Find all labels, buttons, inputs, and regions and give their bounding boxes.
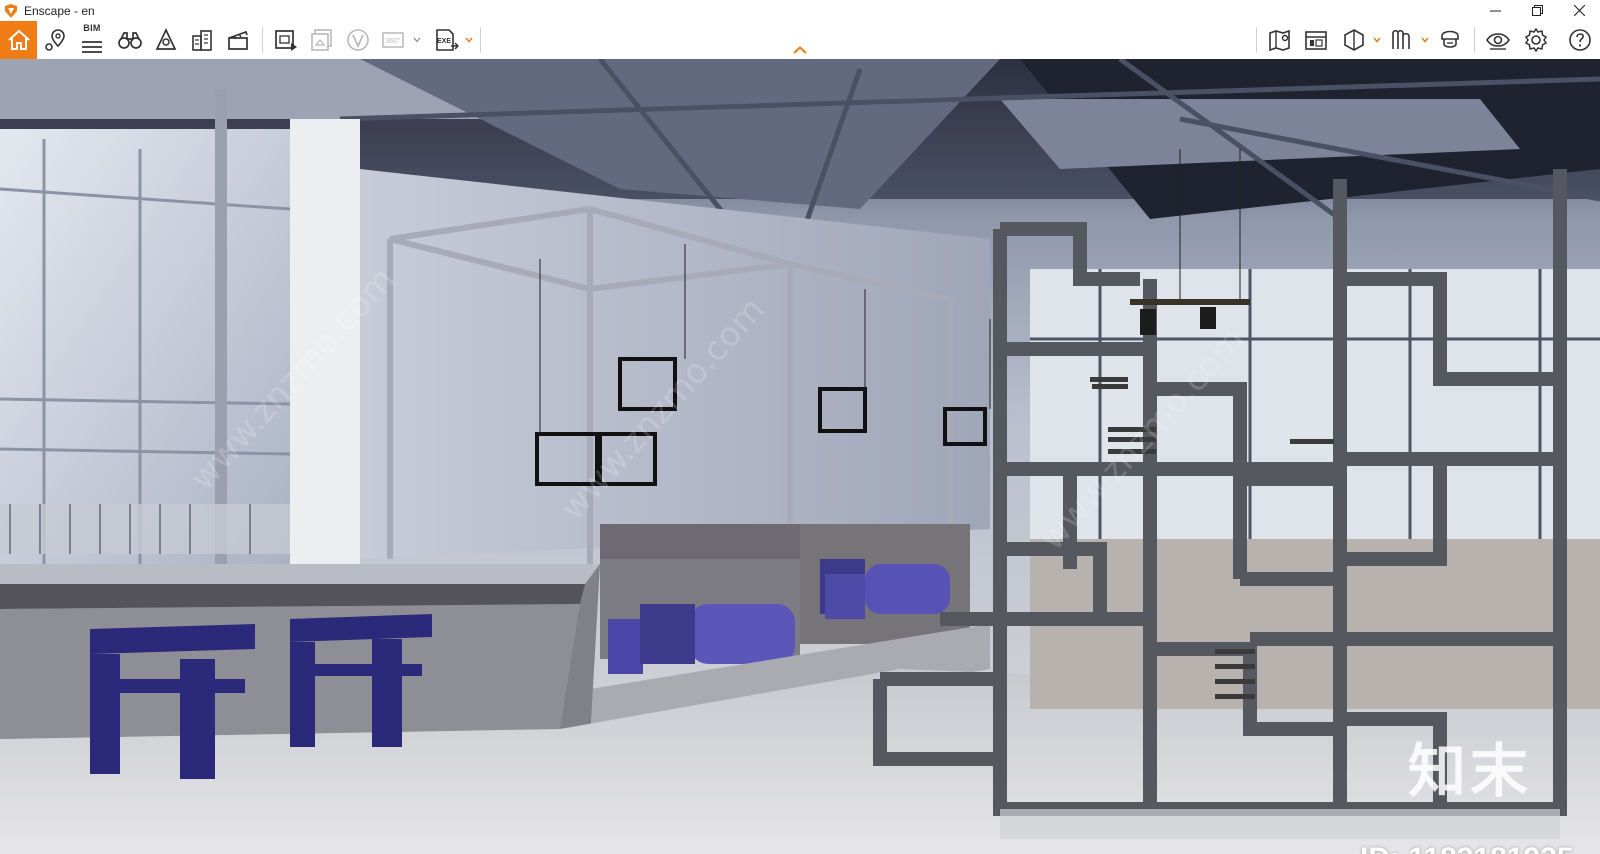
buildings-icon <box>192 30 212 51</box>
views-button[interactable] <box>38 21 74 59</box>
bim-button[interactable]: BIM <box>74 21 110 59</box>
toolbar-separator <box>1474 27 1475 53</box>
render-viewport[interactable]: www.znzmo.com www.znzmo.com www.znzmo.co… <box>0 59 1600 854</box>
enscape-logo-icon <box>5 3 17 18</box>
chevron-down-icon <box>1421 37 1429 43</box>
web-standalone-icon <box>347 29 369 51</box>
material-editor-button[interactable] <box>1336 21 1372 59</box>
clapperboard-icon <box>228 30 248 50</box>
minimize-icon <box>1489 10 1501 12</box>
exe-label: EXE <box>437 38 451 45</box>
close-icon <box>1573 5 1585 16</box>
restore-icon <box>1531 5 1543 16</box>
toolbar-separator <box>262 27 263 53</box>
general-settings-button[interactable] <box>1518 21 1554 59</box>
collaboration-dropdown[interactable] <box>1420 21 1430 59</box>
collaboration-button[interactable] <box>1384 21 1420 59</box>
vr-button[interactable] <box>148 21 184 59</box>
help-button[interactable] <box>1562 21 1598 59</box>
toolbar-separator <box>1256 27 1257 53</box>
chevron-up-icon <box>793 46 807 54</box>
home-button[interactable] <box>0 21 37 59</box>
bim-list-icon <box>82 41 102 53</box>
character-icon <box>1441 30 1459 48</box>
atmosphere-button[interactable] <box>184 21 220 59</box>
material-dropdown[interactable] <box>1372 21 1382 59</box>
help-icon <box>1569 29 1591 51</box>
cube-icon <box>1344 29 1364 51</box>
export-dropdown[interactable] <box>464 21 474 59</box>
window-title: Enscape - en <box>24 3 95 18</box>
binoculars-icon <box>118 32 142 49</box>
web-standalone-button[interactable] <box>340 21 376 59</box>
vr-headset-icon <box>155 28 177 50</box>
bim-label: BIM <box>83 23 101 33</box>
screenshot-button[interactable] <box>268 21 304 59</box>
panorama-label: 360° <box>386 37 401 45</box>
map-icon <box>1269 29 1290 52</box>
minimize-button[interactable] <box>1474 0 1516 21</box>
window-controls <box>1474 0 1600 21</box>
gear-icon <box>1524 27 1548 53</box>
walk-mode-button[interactable] <box>112 21 148 59</box>
tags-icon <box>1392 29 1410 49</box>
visual-settings-button[interactable] <box>1480 21 1516 59</box>
panorama-button[interactable]: 360° <box>376 21 412 59</box>
collapse-toolbar-toggle[interactable] <box>791 45 809 55</box>
title-bar[interactable]: Enscape - en <box>0 0 1600 21</box>
exe-export-button[interactable]: EXE <box>428 21 464 59</box>
watermark-logo: 知末 <box>1408 737 1533 805</box>
chevron-down-icon <box>413 37 421 43</box>
batch-render-button[interactable] <box>304 21 340 59</box>
watermark-id: ID: 1183181935 <box>1360 842 1574 854</box>
screenshot-icon <box>275 30 297 51</box>
panorama-360-icon: 360° <box>382 32 404 48</box>
toolbar-separator <box>480 27 481 53</box>
panorama-dropdown[interactable] <box>412 21 422 59</box>
chevron-down-icon <box>465 37 473 43</box>
eye-icon <box>1486 33 1510 50</box>
map-button[interactable] <box>1262 21 1298 59</box>
interior-scene <box>0 59 1600 854</box>
restore-button[interactable] <box>1516 0 1558 21</box>
close-button[interactable] <box>1558 0 1600 21</box>
character-button[interactable] <box>1432 21 1468 59</box>
asset-library-icon <box>1305 31 1327 50</box>
enscape-window: Enscape - en BIM 360° EXE 知末 <box>0 0 1600 854</box>
batch-render-icon <box>311 29 332 51</box>
location-pin-icon <box>45 29 65 51</box>
home-icon <box>7 29 30 50</box>
chevron-down-icon <box>1373 37 1381 43</box>
video-editor-button[interactable] <box>220 21 256 59</box>
asset-library-button[interactable] <box>1298 21 1334 59</box>
exe-export-icon: EXE <box>436 29 459 51</box>
enscape-toolbar: BIM 360° EXE <box>0 21 1600 60</box>
